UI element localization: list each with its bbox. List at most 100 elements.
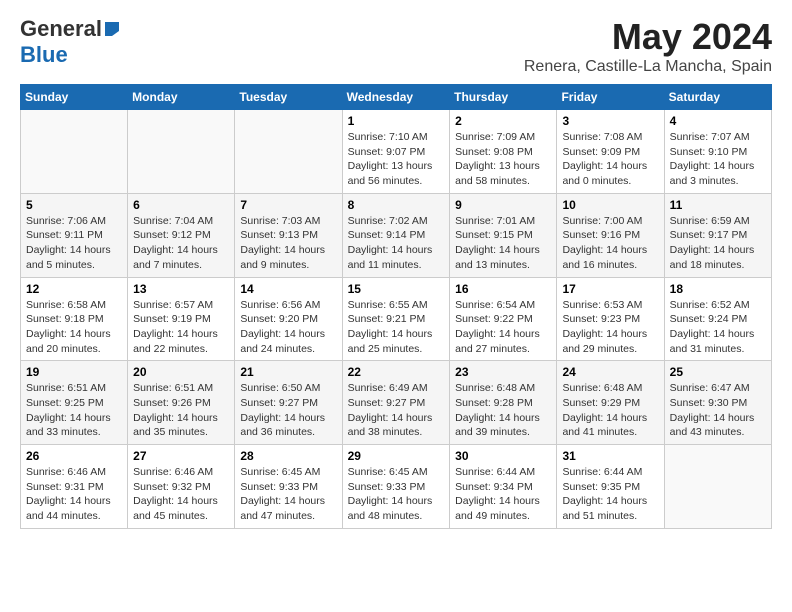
logo-flag-icon — [103, 20, 121, 38]
day-number: 8 — [348, 198, 445, 212]
day-number: 9 — [455, 198, 551, 212]
day-info: Sunrise: 6:51 AM Sunset: 9:26 PM Dayligh… — [133, 381, 229, 440]
day-info: Sunrise: 7:08 AM Sunset: 9:09 PM Dayligh… — [562, 130, 658, 189]
calendar-cell: 28 Sunrise: 6:45 AM Sunset: 9:33 PM Dayli… — [235, 445, 342, 529]
weekday-header-sunday: Sunday — [21, 85, 128, 110]
day-number: 13 — [133, 282, 229, 296]
day-info: Sunrise: 6:49 AM Sunset: 9:27 PM Dayligh… — [348, 381, 445, 440]
calendar-cell: 29 Sunrise: 6:45 AM Sunset: 9:33 PM Dayli… — [342, 445, 450, 529]
day-info: Sunrise: 7:10 AM Sunset: 9:07 PM Dayligh… — [348, 130, 445, 189]
logo-general-text: General — [20, 16, 102, 42]
day-number: 23 — [455, 365, 551, 379]
day-info: Sunrise: 7:00 AM Sunset: 9:16 PM Dayligh… — [562, 214, 658, 273]
day-number: 14 — [240, 282, 336, 296]
day-number: 11 — [670, 198, 766, 212]
day-info: Sunrise: 6:51 AM Sunset: 9:25 PM Dayligh… — [26, 381, 122, 440]
calendar-cell: 11 Sunrise: 6:59 AM Sunset: 9:17 PM Dayli… — [664, 193, 771, 277]
day-number: 31 — [562, 449, 658, 463]
day-info: Sunrise: 6:48 AM Sunset: 9:29 PM Dayligh… — [562, 381, 658, 440]
day-number: 18 — [670, 282, 766, 296]
calendar-cell: 20 Sunrise: 6:51 AM Sunset: 9:26 PM Dayli… — [128, 361, 235, 445]
day-info: Sunrise: 6:53 AM Sunset: 9:23 PM Dayligh… — [562, 298, 658, 357]
day-info: Sunrise: 6:44 AM Sunset: 9:34 PM Dayligh… — [455, 465, 551, 524]
day-number: 28 — [240, 449, 336, 463]
day-info: Sunrise: 7:09 AM Sunset: 9:08 PM Dayligh… — [455, 130, 551, 189]
day-info: Sunrise: 6:47 AM Sunset: 9:30 PM Dayligh… — [670, 381, 766, 440]
day-number: 21 — [240, 365, 336, 379]
calendar-week-row: 19 Sunrise: 6:51 AM Sunset: 9:25 PM Dayli… — [21, 361, 772, 445]
weekday-header-friday: Friday — [557, 85, 664, 110]
calendar-cell: 12Sunrise: 6:58 AM Sunset: 9:18 PM Dayli… — [21, 277, 128, 361]
day-number: 4 — [670, 114, 766, 128]
day-info: Sunrise: 6:55 AM Sunset: 9:21 PM Dayligh… — [348, 298, 445, 357]
calendar-cell: 8 Sunrise: 7:02 AM Sunset: 9:14 PM Daylig… — [342, 193, 450, 277]
calendar-cell: 15 Sunrise: 6:55 AM Sunset: 9:21 PM Dayli… — [342, 277, 450, 361]
day-info: Sunrise: 7:02 AM Sunset: 9:14 PM Dayligh… — [348, 214, 445, 273]
calendar-cell: 14 Sunrise: 6:56 AM Sunset: 9:20 PM Dayli… — [235, 277, 342, 361]
calendar-cell: 2 Sunrise: 7:09 AM Sunset: 9:08 PM Daylig… — [450, 110, 557, 194]
calendar-cell: 24 Sunrise: 6:48 AM Sunset: 9:29 PM Dayli… — [557, 361, 664, 445]
day-info: Sunrise: 6:52 AM Sunset: 9:24 PM Dayligh… — [670, 298, 766, 357]
day-info: Sunrise: 6:54 AM Sunset: 9:22 PM Dayligh… — [455, 298, 551, 357]
calendar-cell: 3Sunrise: 7:08 AM Sunset: 9:09 PM Daylig… — [557, 110, 664, 194]
calendar-cell: 18 Sunrise: 6:52 AM Sunset: 9:24 PM Dayli… — [664, 277, 771, 361]
day-number: 7 — [240, 198, 336, 212]
day-number: 5 — [26, 198, 122, 212]
day-number: 20 — [133, 365, 229, 379]
calendar-cell: 9 Sunrise: 7:01 AM Sunset: 9:15 PM Daylig… — [450, 193, 557, 277]
calendar-cell — [235, 110, 342, 194]
day-info: Sunrise: 7:01 AM Sunset: 9:15 PM Dayligh… — [455, 214, 551, 273]
calendar-cell: 10 Sunrise: 7:00 AM Sunset: 9:16 PM Dayli… — [557, 193, 664, 277]
day-info: Sunrise: 6:45 AM Sunset: 9:33 PM Dayligh… — [348, 465, 445, 524]
day-number: 2 — [455, 114, 551, 128]
day-number: 6 — [133, 198, 229, 212]
day-info: Sunrise: 6:45 AM Sunset: 9:33 PM Dayligh… — [240, 465, 336, 524]
calendar-cell: 27 Sunrise: 6:46 AM Sunset: 9:32 PM Dayli… — [128, 445, 235, 529]
weekday-header-thursday: Thursday — [450, 85, 557, 110]
day-info: Sunrise: 6:46 AM Sunset: 9:32 PM Dayligh… — [133, 465, 229, 524]
day-number: 19 — [26, 365, 122, 379]
calendar-week-row: 5 Sunrise: 7:06 AM Sunset: 9:11 PM Daylig… — [21, 193, 772, 277]
day-info: Sunrise: 6:57 AM Sunset: 9:19 PM Dayligh… — [133, 298, 229, 357]
day-info: Sunrise: 6:59 AM Sunset: 9:17 PM Dayligh… — [670, 214, 766, 273]
day-number: 29 — [348, 449, 445, 463]
day-info: Sunrise: 6:50 AM Sunset: 9:27 PM Dayligh… — [240, 381, 336, 440]
calendar-header-row: SundayMondayTuesdayWednesdayThursdayFrid… — [21, 85, 772, 110]
calendar-title: May 2024 — [524, 16, 772, 58]
calendar-week-row: 1 Sunrise: 7:10 AM Sunset: 9:07 PM Daylig… — [21, 110, 772, 194]
day-number: 25 — [670, 365, 766, 379]
day-info: Sunrise: 6:48 AM Sunset: 9:28 PM Dayligh… — [455, 381, 551, 440]
day-number: 24 — [562, 365, 658, 379]
calendar-cell: 13 Sunrise: 6:57 AM Sunset: 9:19 PM Dayli… — [128, 277, 235, 361]
calendar-cell: 25 Sunrise: 6:47 AM Sunset: 9:30 PM Dayli… — [664, 361, 771, 445]
calendar-cell: 5 Sunrise: 7:06 AM Sunset: 9:11 PM Daylig… — [21, 193, 128, 277]
calendar-cell: 4Sunrise: 7:07 AM Sunset: 9:10 PM Daylig… — [664, 110, 771, 194]
calendar-cell: 6 Sunrise: 7:04 AM Sunset: 9:12 PM Daylig… — [128, 193, 235, 277]
day-number: 12 — [26, 282, 122, 296]
day-info: Sunrise: 7:03 AM Sunset: 9:13 PM Dayligh… — [240, 214, 336, 273]
calendar-cell — [128, 110, 235, 194]
day-number: 15 — [348, 282, 445, 296]
calendar-cell: 1 Sunrise: 7:10 AM Sunset: 9:07 PM Daylig… — [342, 110, 450, 194]
calendar-week-row: 26 Sunrise: 6:46 AM Sunset: 9:31 PM Dayli… — [21, 445, 772, 529]
day-number: 17 — [562, 282, 658, 296]
day-info: Sunrise: 7:06 AM Sunset: 9:11 PM Dayligh… — [26, 214, 122, 273]
weekday-header-wednesday: Wednesday — [342, 85, 450, 110]
day-info: Sunrise: 6:46 AM Sunset: 9:31 PM Dayligh… — [26, 465, 122, 524]
day-number: 26 — [26, 449, 122, 463]
calendar-cell: 31Sunrise: 6:44 AM Sunset: 9:35 PM Dayli… — [557, 445, 664, 529]
day-info: Sunrise: 6:56 AM Sunset: 9:20 PM Dayligh… — [240, 298, 336, 357]
day-number: 27 — [133, 449, 229, 463]
day-number: 22 — [348, 365, 445, 379]
calendar-cell — [21, 110, 128, 194]
calendar-cell: 26 Sunrise: 6:46 AM Sunset: 9:31 PM Dayli… — [21, 445, 128, 529]
day-number: 10 — [562, 198, 658, 212]
calendar-cell: 22 Sunrise: 6:49 AM Sunset: 9:27 PM Dayli… — [342, 361, 450, 445]
day-info: Sunrise: 7:04 AM Sunset: 9:12 PM Dayligh… — [133, 214, 229, 273]
weekday-header-saturday: Saturday — [664, 85, 771, 110]
day-number: 16 — [455, 282, 551, 296]
calendar-cell: 23 Sunrise: 6:48 AM Sunset: 9:28 PM Dayli… — [450, 361, 557, 445]
logo: General Blue — [20, 16, 122, 68]
day-number: 1 — [348, 114, 445, 128]
logo-blue-text: Blue — [20, 42, 68, 68]
